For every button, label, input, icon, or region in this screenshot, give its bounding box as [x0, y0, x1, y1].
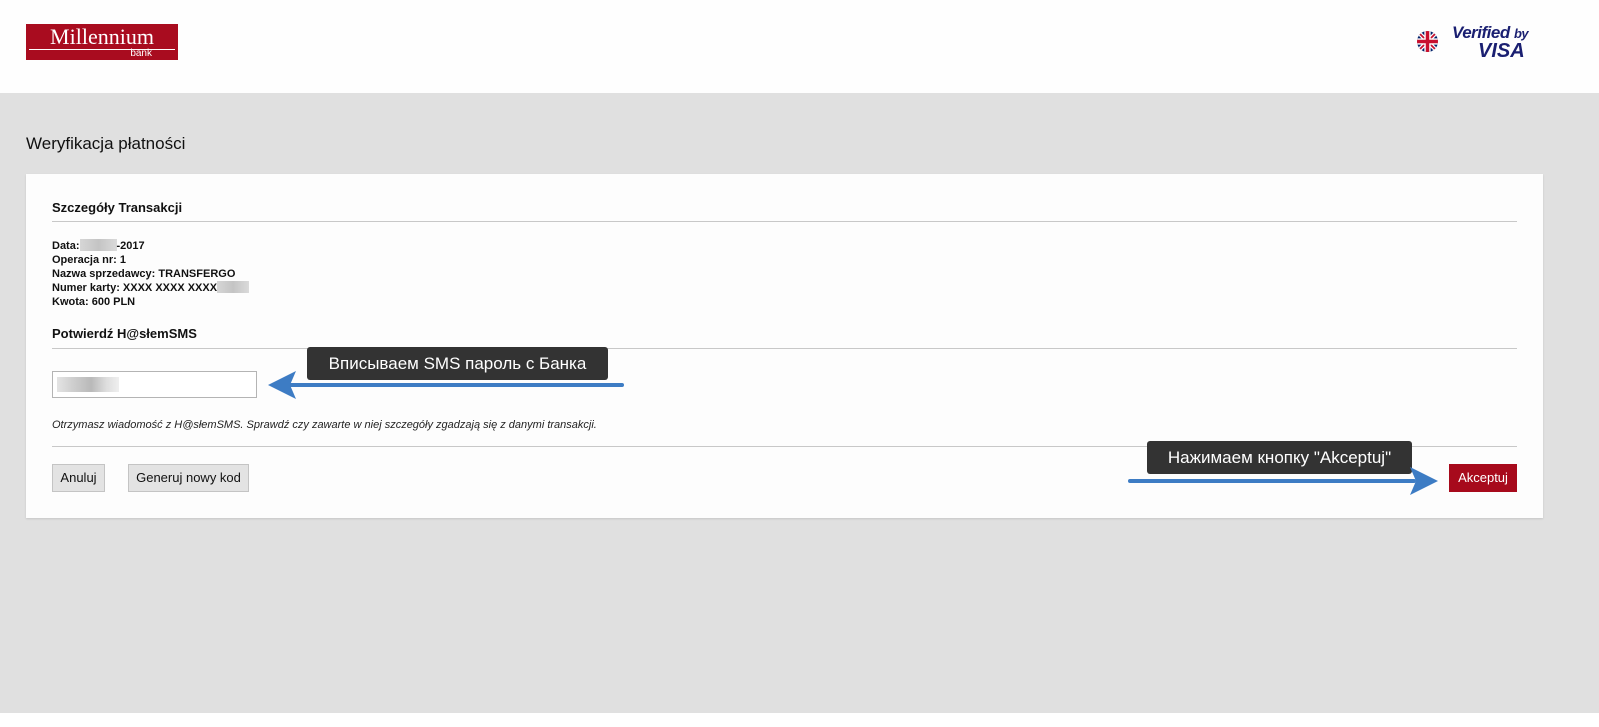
logo-sub: bank [130, 48, 152, 59]
card-number-row: Numer karty: XXXX XXXX XXXX [52, 281, 250, 295]
visa-word: VISA [1478, 40, 1525, 62]
merchant-row: Nazwa sprzedawcy: TRANSFERGO [52, 268, 236, 280]
redacted-date [79, 239, 117, 251]
header: Millennium bank Verified by VISA [0, 0, 1599, 93]
confirm-sms-title: Potwierdź H@słemSMS [52, 326, 197, 341]
accept-instruction-callout: Нажимаем кнопку "Akceptuj" [1147, 441, 1412, 474]
cancel-button[interactable]: Anuluj [52, 464, 105, 492]
amount-row: Kwota: 600 PLN [52, 296, 136, 308]
page-title: Weryfikacja płatności [26, 134, 186, 153]
generate-new-code-button[interactable]: Generuj nowy kod [128, 464, 249, 492]
logo-name: Millennium [50, 24, 154, 49]
date-row: Data: -2017 [52, 239, 249, 253]
operation-row: Operacja nr: 1 [52, 254, 126, 266]
redacted-sms-code [57, 377, 119, 392]
transaction-details: Data: -2017 Operacja nr: 1 Nazwa sprzedaw… [52, 239, 250, 309]
divider [52, 348, 1517, 349]
transaction-details-title: Szczegóły Transakcji [52, 200, 183, 215]
accept-button[interactable]: Akceptuj [1449, 464, 1517, 492]
card-number-label: Numer karty: XXXX XXXX XXXX [52, 282, 218, 294]
uk-flag-graphic [1417, 31, 1438, 52]
date-suffix: -2017 [116, 240, 145, 252]
uk-flag-icon[interactable] [1417, 31, 1438, 52]
redacted-card-digits [217, 281, 250, 293]
millennium-bank-logo[interactable]: Millennium bank [26, 24, 178, 60]
logo-divider [29, 49, 175, 50]
by-word: by [1513, 26, 1529, 41]
divider [52, 221, 1517, 222]
date-label: Data: [52, 240, 80, 252]
sms-code-input[interactable] [52, 371, 257, 398]
sms-instruction-callout: Вписываем SMS пароль с Банка [307, 347, 608, 380]
sms-hint-text: Otrzymasz wiadomość z H@słemSMS. Sprawdź… [52, 419, 597, 431]
verified-by-visa-badge: Verified by VISA [1452, 24, 1542, 63]
